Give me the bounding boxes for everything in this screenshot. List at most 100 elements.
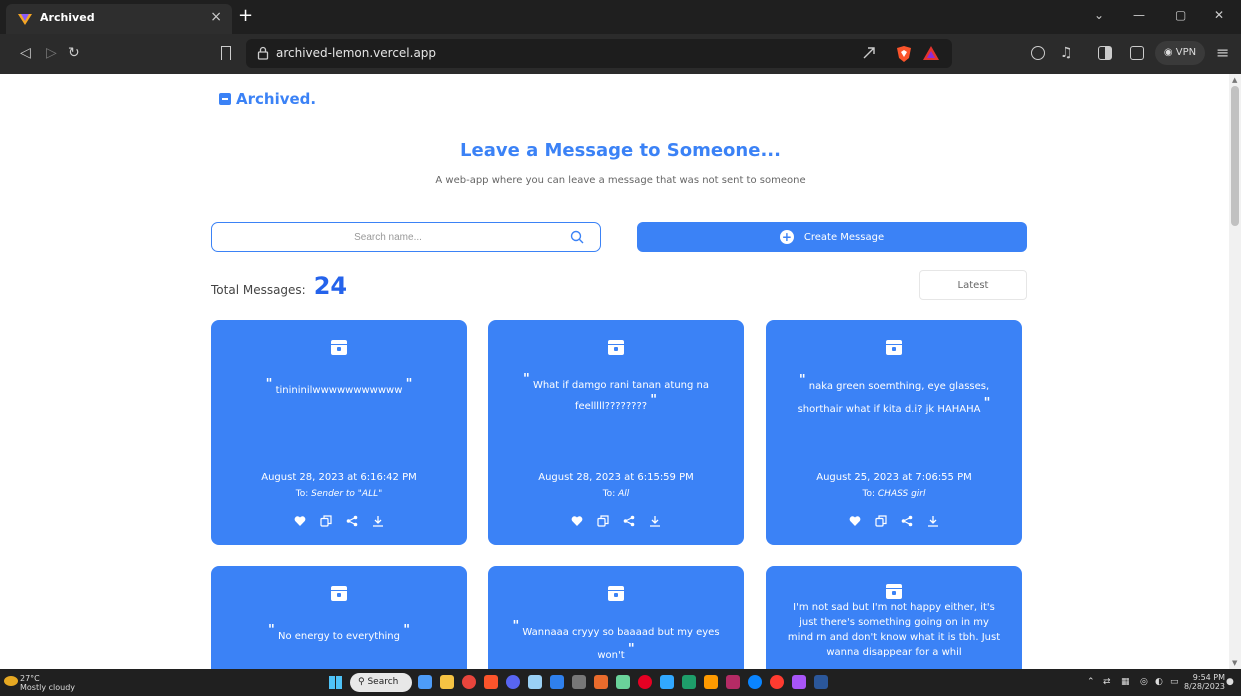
vpn-button[interactable]: ◉ VPN: [1155, 41, 1205, 65]
brave-rewards-icon[interactable]: [922, 45, 940, 61]
notification-icon[interactable]: ●: [1226, 677, 1234, 687]
message-card[interactable]: " What if damgo rani tanan atung na feel…: [488, 320, 744, 545]
photoshop-icon[interactable]: [660, 675, 674, 689]
scroll-up-icon[interactable]: ▲: [1232, 76, 1237, 84]
app-icon[interactable]: [616, 675, 630, 689]
share-icon[interactable]: [346, 515, 358, 527]
new-tab-button[interactable]: +: [238, 5, 253, 26]
download-icon[interactable]: [649, 515, 661, 527]
create-message-label: Create Message: [803, 231, 885, 243]
chrome-icon[interactable]: [462, 675, 476, 689]
url-text: archived-lemon.vercel.app: [276, 46, 437, 60]
message-date: August 25, 2023 at 7:06:55 PM: [816, 472, 972, 483]
search-input[interactable]: [218, 223, 558, 251]
page-scrollbar[interactable]: ▲ ▼: [1229, 74, 1241, 669]
message-text: " Wannaaa cryyy so baaaad but my eyes wo…: [512, 619, 720, 661]
discord-icon[interactable]: [506, 675, 520, 689]
taskbar-clock[interactable]: 9:54 PM 8/28/2023: [1184, 673, 1225, 691]
media-icon[interactable]: ♫: [1060, 45, 1073, 61]
message-card[interactable]: " Wannaaa cryyy so baaaad but my eyes wo…: [488, 566, 744, 669]
message-card[interactable]: " tinininilwwwwwwwwwww " August 28, 2023…: [211, 320, 467, 545]
tray-chevron-icon[interactable]: ⌃: [1087, 677, 1095, 687]
total-label: Total Messages:: [211, 283, 306, 297]
message-text: " naka green soemthing, eye glasses, sho…: [797, 373, 991, 415]
app-icon[interactable]: [792, 675, 806, 689]
scrollbar-thumb[interactable]: [1231, 86, 1239, 226]
brand-logo[interactable]: Archived.: [219, 90, 316, 108]
message-card[interactable]: I'm not sad but I'm not happy either, it…: [766, 566, 1022, 669]
forward-icon[interactable]: ▷: [46, 45, 57, 61]
bookmark-icon[interactable]: [221, 46, 231, 60]
reload-icon[interactable]: ↻: [68, 45, 80, 61]
messenger-icon[interactable]: [748, 675, 762, 689]
total-count: 24: [313, 272, 348, 300]
vscode-icon[interactable]: [550, 675, 564, 689]
copy-icon[interactable]: [597, 515, 609, 527]
weather-description: Mostly cloudy: [20, 683, 75, 692]
app-icon[interactable]: [726, 675, 740, 689]
maximize-button[interactable]: ▢: [1175, 8, 1186, 22]
message-card[interactable]: " No energy to everything ": [211, 566, 467, 669]
card-actions: [766, 515, 1022, 527]
figma-icon[interactable]: [594, 675, 608, 689]
download-icon[interactable]: [927, 515, 939, 527]
temperature: 27°C: [20, 674, 40, 683]
menu-icon[interactable]: ≡: [1216, 43, 1229, 62]
brave-shield-icon[interactable]: [896, 45, 912, 63]
message-date: August 28, 2023 at 6:15:59 PM: [538, 472, 694, 483]
youtube-music-icon[interactable]: [770, 675, 784, 689]
sort-select[interactable]: Latest: [919, 270, 1027, 300]
archive-icon: [886, 340, 902, 355]
browser-tab[interactable]: Archived ×: [6, 4, 232, 34]
battery-icon[interactable]: ▭: [1170, 677, 1179, 687]
illustrator-icon[interactable]: [704, 675, 718, 689]
share-icon[interactable]: [862, 46, 876, 60]
word-icon[interactable]: [814, 675, 828, 689]
archive-icon: [608, 340, 624, 355]
wifi-icon[interactable]: ◎: [1140, 677, 1148, 687]
windows-start-icon[interactable]: [329, 676, 342, 689]
create-message-button[interactable]: + Create Message: [637, 222, 1027, 252]
heart-icon[interactable]: [849, 515, 861, 527]
tray-app-icon[interactable]: ⇄: [1103, 677, 1111, 687]
download-icon[interactable]: [372, 515, 384, 527]
tray-app-icon[interactable]: ▦: [1121, 677, 1130, 687]
messaging-app-icon[interactable]: [528, 675, 542, 689]
pinterest-icon[interactable]: [638, 675, 652, 689]
message-recipient: To: CHASS girl: [862, 489, 926, 499]
weather-widget[interactable]: 27°C Mostly cloudy: [20, 674, 75, 692]
volume-icon[interactable]: ◐: [1155, 677, 1163, 687]
vercel-favicon-icon: [18, 14, 32, 25]
app-icon[interactable]: [682, 675, 696, 689]
search-icon[interactable]: [570, 230, 584, 244]
taskbar-search[interactable]: ⚲ Search: [350, 673, 412, 692]
message-card[interactable]: " naka green soemthing, eye glasses, sho…: [766, 320, 1022, 545]
wallet-icon[interactable]: [1130, 46, 1144, 60]
share-icon[interactable]: [901, 515, 913, 527]
copy-icon[interactable]: [320, 515, 332, 527]
back-icon[interactable]: ◁: [20, 45, 31, 61]
brave-icon[interactable]: [484, 675, 498, 689]
notepad-icon[interactable]: [572, 675, 586, 689]
tab-search-chevron-icon[interactable]: ⌄: [1094, 8, 1104, 22]
sidebar-icon[interactable]: [1098, 46, 1112, 60]
close-window-button[interactable]: ✕: [1214, 8, 1224, 22]
weather-icon: [4, 676, 18, 686]
url-field[interactable]: archived-lemon.vercel.app: [246, 39, 952, 68]
browser-tab-bar: Archived × + ⌄ — ▢ ✕: [0, 0, 1241, 34]
file-explorer-icon[interactable]: [440, 675, 454, 689]
message-recipient: To: All: [602, 489, 630, 499]
tab-title: Archived: [40, 11, 95, 24]
search-box: [211, 222, 601, 252]
scroll-down-icon[interactable]: ▼: [1232, 659, 1237, 667]
sync-icon[interactable]: [1031, 46, 1045, 60]
heart-icon[interactable]: [571, 515, 583, 527]
minimize-button[interactable]: —: [1133, 8, 1145, 22]
task-view-icon[interactable]: [418, 675, 432, 689]
share-icon[interactable]: [623, 515, 635, 527]
archive-icon: [219, 93, 231, 105]
tab-close-icon[interactable]: ×: [210, 9, 222, 25]
heart-icon[interactable]: [294, 515, 306, 527]
copy-icon[interactable]: [875, 515, 887, 527]
archive-icon: [886, 584, 902, 599]
